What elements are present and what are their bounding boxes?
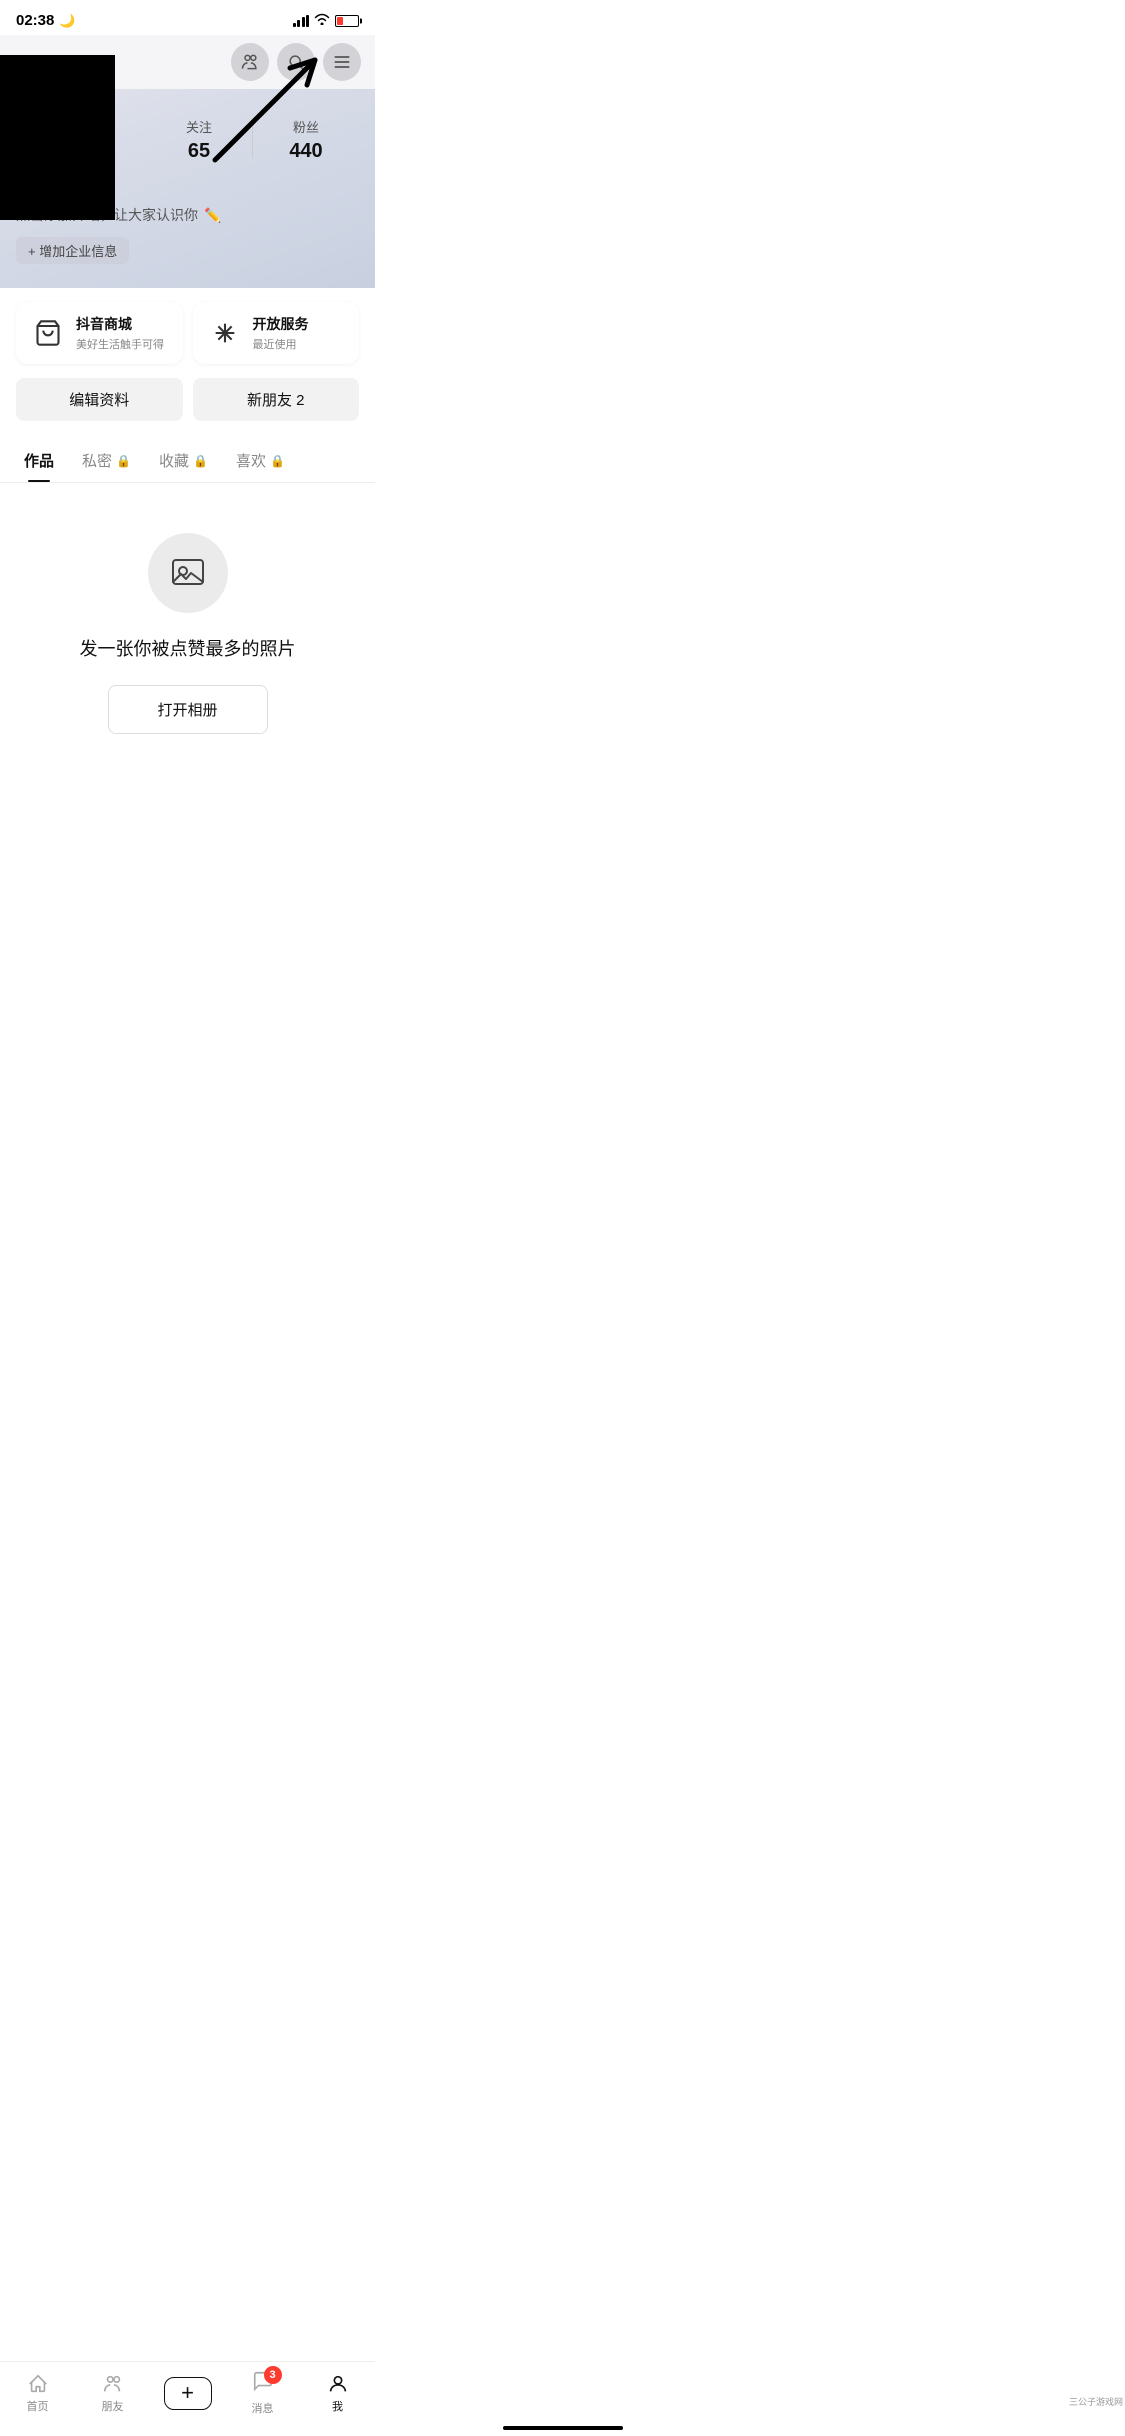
stats-area: 关注 65 粉丝 440 xyxy=(136,99,359,163)
search-icon-button[interactable] xyxy=(277,43,315,81)
fans-stat[interactable]: 粉丝 440 xyxy=(253,117,359,163)
tab-works[interactable]: 作品 xyxy=(10,437,68,482)
empty-icon-circle xyxy=(148,533,228,613)
status-bar: 02:38 🌙 xyxy=(0,0,375,35)
status-time: 02:38 xyxy=(16,12,54,29)
nav-friends-label: 朋友 xyxy=(102,2398,124,2414)
open-album-button[interactable]: 打开相册 xyxy=(108,685,268,734)
nav-home-label: 首页 xyxy=(27,2398,49,2414)
watermark: 三公子游戏网 xyxy=(1069,2395,1123,2408)
private-lock-icon: 🔒 xyxy=(116,454,131,468)
tabs-bar: 作品 私密 🔒 收藏 🔒 喜欢 🔒 xyxy=(0,437,375,483)
nav-profile-label: 我 xyxy=(332,2398,343,2414)
wifi-icon xyxy=(314,13,330,28)
edit-bio-icon[interactable]: ✏️ xyxy=(204,207,221,224)
friends-icon-button[interactable] xyxy=(231,43,269,81)
menu-button[interactable] xyxy=(323,43,361,81)
messages-badge: 3 xyxy=(264,2366,282,2384)
open-service-info: 开放服务 最近使用 xyxy=(253,314,309,352)
nav-messages-label: 消息 xyxy=(252,2400,274,2416)
battery-icon xyxy=(335,15,359,27)
fans-count: 440 xyxy=(289,140,322,163)
nav-create[interactable]: + xyxy=(150,2377,225,2410)
douyin-mall-title: 抖音商城 xyxy=(76,314,164,334)
cart-icon xyxy=(30,315,66,351)
nav-profile[interactable]: 我 xyxy=(300,2373,375,2414)
bottom-nav: 首页 朋友 + 3 消息 我 xyxy=(0,2361,375,2436)
open-service-card[interactable]: 开放服务 最近使用 xyxy=(193,302,360,364)
tab-favorites[interactable]: 收藏 🔒 xyxy=(145,437,222,482)
add-company-button[interactable]: + 增加企业信息 xyxy=(16,237,129,264)
home-indicator xyxy=(503,2426,623,2430)
new-friends-button[interactable]: 新朋友 2 xyxy=(193,378,360,421)
nav-home[interactable]: 首页 xyxy=(0,2373,75,2414)
favorites-lock-icon: 🔒 xyxy=(193,454,208,468)
follow-count: 65 xyxy=(188,140,210,163)
open-service-subtitle: 最近使用 xyxy=(253,336,309,352)
signal-icon xyxy=(293,15,310,27)
fans-label: 粉丝 xyxy=(293,117,319,136)
douyin-mall-info: 抖音商城 美好生活触手可得 xyxy=(76,314,164,352)
nav-friends[interactable]: 朋友 xyxy=(75,2373,150,2414)
likes-lock-icon: 🔒 xyxy=(270,454,285,468)
follow-label: 关注 xyxy=(186,117,212,136)
follow-stat[interactable]: 关注 65 xyxy=(146,117,252,163)
action-buttons: 编辑资料 新朋友 2 xyxy=(0,378,375,437)
empty-title: 发一张你被点赞最多的照片 xyxy=(80,635,296,661)
douyin-mall-card[interactable]: 抖音商城 美好生活触手可得 xyxy=(16,302,183,364)
asterisk-icon xyxy=(207,315,243,351)
status-icons xyxy=(293,13,360,28)
tab-likes[interactable]: 喜欢 🔒 xyxy=(222,437,299,482)
service-cards: 抖音商城 美好生活触手可得 开放服务 最近使用 xyxy=(0,288,375,378)
moon-icon: 🌙 xyxy=(59,13,75,29)
empty-state: 发一张你被点赞最多的照片 打开相册 xyxy=(0,483,375,764)
nav-messages[interactable]: 3 消息 xyxy=(225,2370,300,2416)
censored-overlay xyxy=(0,55,115,220)
edit-profile-button[interactable]: 编辑资料 xyxy=(16,378,183,421)
open-service-title: 开放服务 xyxy=(253,314,309,334)
douyin-mall-subtitle: 美好生活触手可得 xyxy=(76,336,164,352)
create-button[interactable]: + xyxy=(164,2377,212,2410)
tab-private[interactable]: 私密 🔒 xyxy=(68,437,145,482)
